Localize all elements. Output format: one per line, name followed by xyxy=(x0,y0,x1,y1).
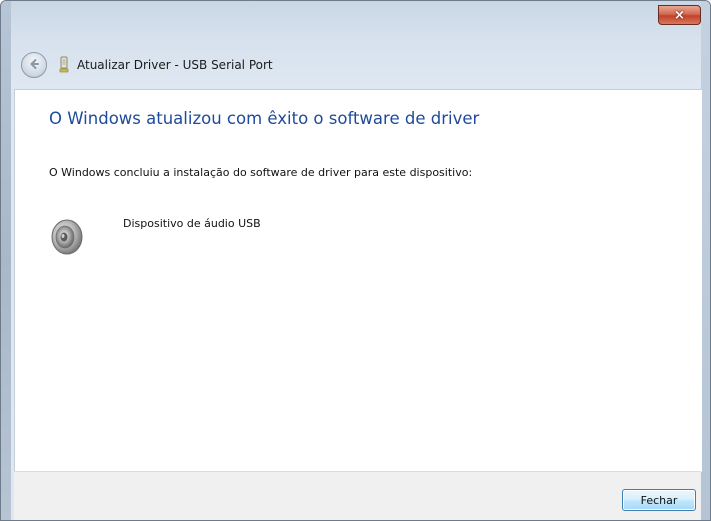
close-icon: × xyxy=(674,7,685,23)
window-frame-right xyxy=(701,1,710,520)
window-title: Atualizar Driver - USB Serial Port xyxy=(77,58,273,72)
driver-update-window: × Atualizar Driver - USB Serial Port O W… xyxy=(0,0,711,521)
back-arrow-icon xyxy=(27,56,41,75)
back-button[interactable] xyxy=(21,52,47,78)
description-text: O Windows concluiu a instalação do softw… xyxy=(49,166,473,179)
device-item: Dispositivo de áudio USB xyxy=(49,211,261,257)
window-frame-left xyxy=(1,1,11,520)
window-close-button[interactable]: × xyxy=(658,5,701,25)
device-name-label: Dispositivo de áudio USB xyxy=(123,217,261,230)
footer-bar xyxy=(14,471,701,520)
close-dialog-button[interactable]: Fechar xyxy=(622,489,696,511)
navigation-bar: Atualizar Driver - USB Serial Port xyxy=(11,45,701,85)
page-title: O Windows atualizou com êxito o software… xyxy=(49,109,480,128)
speaker-icon xyxy=(49,213,101,257)
usb-device-icon xyxy=(59,56,69,74)
content-panel xyxy=(14,89,702,472)
